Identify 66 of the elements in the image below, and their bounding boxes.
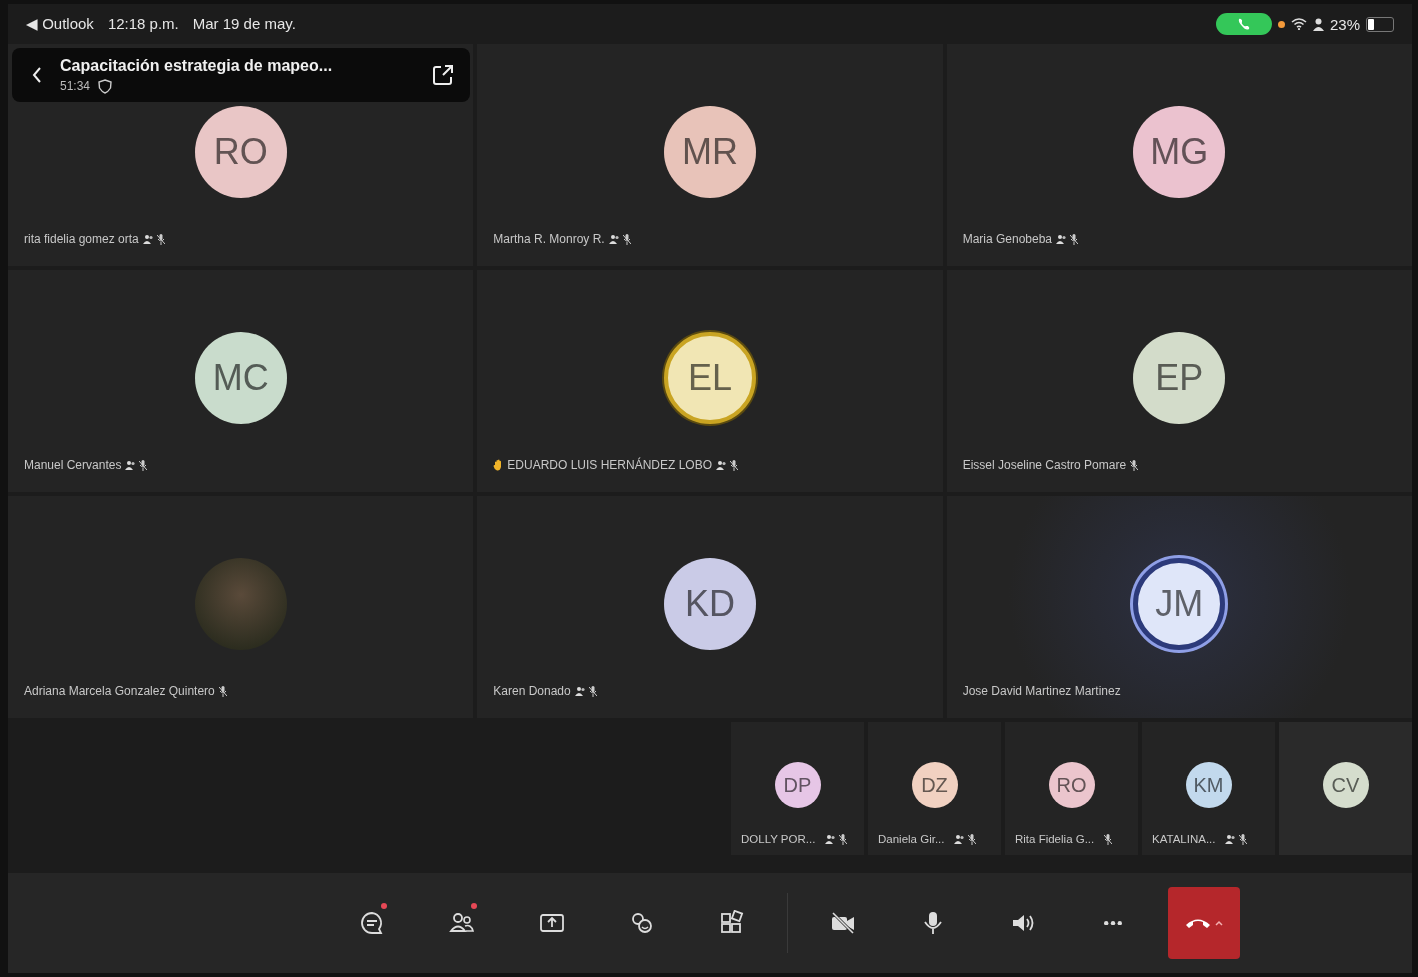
people-icon [825, 834, 837, 844]
mic-off-icon [1104, 833, 1113, 845]
avatar: EP [1133, 332, 1226, 424]
apps-icon [718, 910, 745, 936]
more-icon [1103, 920, 1122, 926]
mic-off-icon [968, 833, 977, 845]
avatar: DP [774, 762, 821, 808]
back-to-app-link[interactable]: ◀ Outlook [26, 15, 94, 33]
battery-percent: 23% [1329, 15, 1360, 33]
mic-off-icon [1130, 459, 1139, 471]
people-icon [1056, 234, 1068, 244]
participant-name: EDUARDO LUIS HERNÁNDEZ LOBO [507, 458, 713, 472]
mic-off-icon [839, 833, 848, 845]
participant-name: Maria Genobeba [962, 232, 1053, 246]
avatar: KD [664, 558, 756, 650]
person-icon [1312, 17, 1324, 31]
people-icon [716, 460, 728, 470]
avatar: RO [1048, 762, 1095, 808]
meeting-title: Capacitación estrategia de mapeo... [60, 56, 334, 75]
participant-name: KATALINA... [1152, 833, 1216, 845]
mic-off-icon [1239, 833, 1248, 845]
participant-name: Martha R. Monroy R. [493, 232, 605, 246]
avatar: EL [664, 332, 756, 424]
status-time: 12:18 p.m. [107, 15, 179, 33]
people-icon [954, 834, 966, 844]
pop-out-icon[interactable] [432, 64, 454, 86]
participant-name: Daniela Gir... [878, 833, 945, 845]
mic-off-icon [622, 233, 631, 245]
avatar: MG [1133, 106, 1226, 198]
avatar: RO [194, 106, 287, 198]
participant-name: Karen Donado [493, 684, 571, 698]
avatar: KM [1185, 762, 1232, 808]
battery-icon [1366, 16, 1394, 32]
status-date: Mar 19 de may. [192, 15, 296, 33]
avatar: JM [1133, 558, 1226, 650]
mic-off-icon [588, 685, 597, 697]
people-icon [142, 234, 154, 244]
meeting-duration: 51:34 [60, 79, 91, 93]
avatar: MC [194, 332, 287, 424]
mic-off-icon [139, 459, 148, 471]
mic-off-icon [730, 459, 739, 471]
avatar: DZ [911, 762, 958, 808]
recording-dot [1277, 20, 1285, 28]
participant-name: Manuel Cervantes [24, 458, 122, 472]
active-call-indicator[interactable] [1215, 13, 1272, 35]
participant-name: DOLLY POR... [741, 833, 816, 845]
avatar: MR [664, 106, 756, 198]
chat-icon [358, 910, 385, 936]
people-icon [608, 234, 620, 244]
avatar: CV [1322, 762, 1369, 808]
caret-icon[interactable] [1214, 920, 1223, 926]
mic-off-icon [1070, 233, 1079, 245]
back-icon[interactable] [32, 66, 42, 84]
people-icon [125, 460, 137, 470]
camera-off-icon [829, 910, 856, 936]
participant-name: Eissel Joseline Castro Pomare [962, 458, 1127, 472]
participant-name: Adriana Marcela Gonzalez Quintero [24, 684, 215, 698]
people-icon [574, 686, 586, 696]
mic-off-icon [218, 685, 227, 697]
shield-icon [98, 78, 113, 94]
participant-name: Rita Fidelia G... [1015, 833, 1095, 845]
people-icon [1225, 834, 1237, 844]
participant-name: Jose David Martinez Martinez [962, 684, 1121, 698]
wifi-icon [1290, 18, 1307, 30]
mic-off-icon [156, 233, 165, 245]
participant-name: rita fidelia gomez orta [24, 232, 139, 246]
